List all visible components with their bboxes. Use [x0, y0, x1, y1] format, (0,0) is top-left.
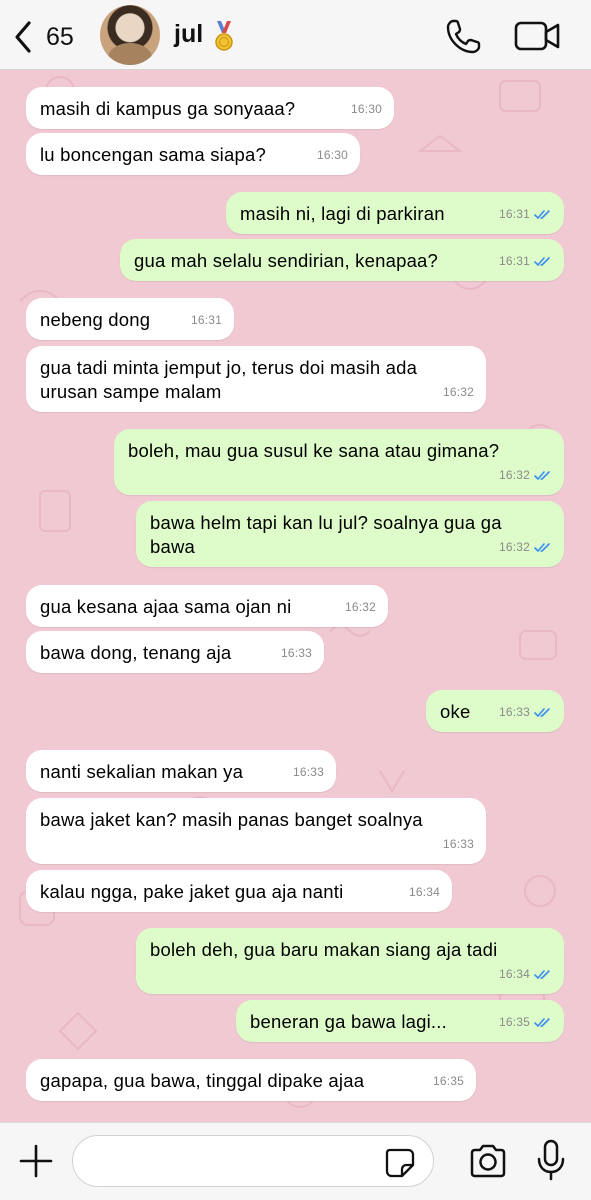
chat-area[interactable]: masih di kampus ga sonyaaa? 16:30 lu bonce…: [0, 71, 591, 1121]
message-text: boleh deh, gua baru makan siang aja tadi: [150, 939, 498, 960]
message-meta: 16:31: [191, 308, 222, 332]
message-text: beneran ga bawa lagi...: [250, 1011, 447, 1032]
message-time: 16:31: [498, 207, 530, 221]
double-check-icon: [534, 707, 550, 717]
incoming-message[interactable]: bawa dong, tenang aja 16:33: [26, 631, 324, 673]
camera-icon[interactable]: [468, 1143, 508, 1179]
message-time: 16:33: [498, 705, 530, 719]
outgoing-message[interactable]: gua mah selalu sendirian, kenapaa? 16:31: [120, 239, 564, 281]
message-time: 16:30: [350, 102, 382, 116]
incoming-message[interactable]: nanti sekalian makan ya 16:33: [26, 750, 336, 792]
message-time: 16:35: [498, 1015, 530, 1029]
outgoing-message[interactable]: masih ni, lagi di parkiran 16:31: [226, 192, 564, 234]
message-time: 16:33: [280, 646, 312, 660]
outgoing-message[interactable]: boleh, mau gua susul ke sana atau gimana…: [114, 429, 564, 495]
message-time: 16:34: [408, 885, 440, 899]
message-text: nanti sekalian makan ya: [40, 761, 244, 782]
message-meta: 16:32: [443, 380, 474, 404]
message-text: masih di kampus ga sonyaaa?: [40, 98, 296, 119]
message-time: 16:32: [498, 540, 530, 554]
message-meta: 16:34: [409, 880, 440, 904]
message-meta: 16:31: [499, 202, 552, 226]
message-text: lu boncengan sama siapa?: [40, 144, 266, 165]
contact-name[interactable]: jul: [174, 20, 203, 49]
incoming-message[interactable]: bawa jaket kan? masih panas banget soaln…: [26, 798, 486, 864]
incoming-message[interactable]: kalau ngga, pake jaket gua aja nanti 16:3…: [26, 870, 452, 912]
outgoing-message[interactable]: beneran ga bawa lagi... 16:35: [236, 1000, 564, 1042]
microphone-icon[interactable]: [536, 1139, 566, 1181]
message-time: 16:35: [432, 1074, 464, 1088]
outgoing-message[interactable]: oke 16:33: [426, 690, 564, 732]
plus-icon[interactable]: [18, 1143, 54, 1179]
unread-count: 65: [46, 22, 74, 51]
incoming-message[interactable]: lu boncengan sama siapa? 16:30: [26, 133, 360, 175]
message-text: gua kesana ajaa sama ojan ni: [40, 596, 292, 617]
message-time: 16:31: [190, 313, 222, 327]
message-text: bawa dong, tenang aja: [40, 642, 232, 663]
message-text: gapapa, gua bawa, tinggal dipake ajaa: [40, 1070, 365, 1091]
composer-bar: [0, 1122, 591, 1200]
message-time: 16:34: [498, 967, 530, 981]
message-input[interactable]: [72, 1135, 434, 1187]
back-button[interactable]: 65: [12, 18, 92, 56]
outgoing-message[interactable]: bawa helm tapi kan lu jul? soalnya gua g…: [136, 501, 564, 567]
message-meta: 16:32: [499, 463, 552, 487]
double-check-icon: [534, 470, 550, 480]
message-text: oke: [440, 701, 471, 722]
message-time: 16:32: [344, 600, 376, 614]
message-text: bawa helm tapi kan lu jul? soalnya gua g…: [150, 512, 502, 557]
message-time: 16:31: [498, 254, 530, 268]
video-call-icon[interactable]: [514, 20, 560, 52]
medal-icon: [215, 21, 233, 51]
message-text: bawa jaket kan? masih panas banget soaln…: [40, 809, 423, 830]
outgoing-message[interactable]: boleh deh, gua baru makan siang aja tadi…: [136, 928, 564, 994]
message-meta: 16:32: [345, 595, 376, 619]
incoming-message[interactable]: gua tadi minta jemput jo, terus doi masi…: [26, 346, 486, 412]
message-meta: 16:32: [499, 535, 552, 559]
avatar[interactable]: [100, 5, 160, 65]
message-text: boleh, mau gua susul ke sana atau gimana…: [128, 440, 500, 461]
message-meta: 16:31: [499, 249, 552, 273]
double-check-icon: [534, 256, 550, 266]
message-meta: 16:35: [499, 1010, 552, 1034]
phone-icon[interactable]: [444, 18, 482, 56]
message-meta: 16:33: [281, 641, 312, 665]
message-text: gua mah selalu sendirian, kenapaa?: [134, 250, 439, 271]
message-meta: 16:33: [443, 832, 474, 856]
message-meta: 16:35: [433, 1069, 464, 1093]
message-time: 16:30: [316, 148, 348, 162]
message-meta: 16:33: [293, 760, 324, 784]
incoming-message[interactable]: gapapa, gua bawa, tinggal dipake ajaa 16:…: [26, 1059, 476, 1101]
message-time: 16:32: [442, 385, 474, 399]
message-time: 16:32: [498, 468, 530, 482]
message-text: kalau ngga, pake jaket gua aja nanti: [40, 881, 344, 902]
message-meta: 16:30: [317, 143, 348, 167]
chevron-left-icon: [15, 21, 31, 53]
message-time: 16:33: [292, 765, 324, 779]
double-check-icon: [534, 1017, 550, 1027]
message-text: masih ni, lagi di parkiran: [240, 203, 445, 224]
message-meta: 16:34: [499, 962, 552, 986]
double-check-icon: [534, 209, 550, 219]
message-text: nebeng dong: [40, 309, 151, 330]
message-time: 16:33: [442, 837, 474, 851]
message-meta: 16:30: [351, 97, 382, 121]
message-meta: 16:33: [499, 700, 552, 724]
sticker-icon[interactable]: [384, 1147, 416, 1179]
incoming-message[interactable]: nebeng dong 16:31: [26, 298, 234, 340]
chat-header: 65 jul: [0, 0, 591, 70]
double-check-icon: [534, 542, 550, 552]
incoming-message[interactable]: masih di kampus ga sonyaaa? 16:30: [26, 87, 394, 129]
incoming-message[interactable]: gua kesana ajaa sama ojan ni 16:32: [26, 585, 388, 627]
double-check-icon: [534, 969, 550, 979]
message-text: gua tadi minta jemput jo, terus doi masi…: [40, 357, 418, 402]
